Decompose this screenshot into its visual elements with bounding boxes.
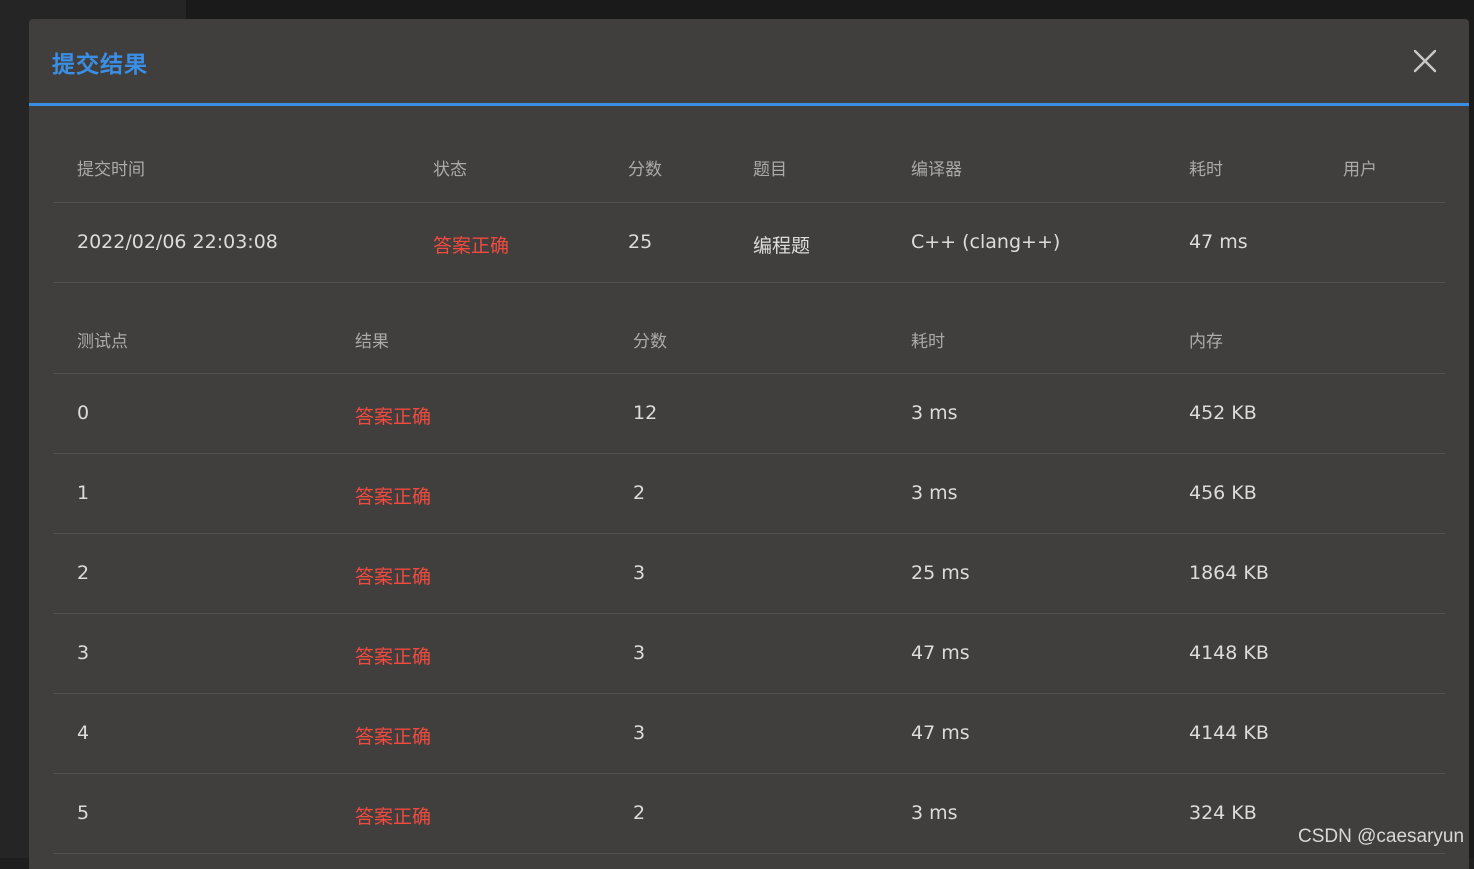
table-row: 4 答案正确 3 47 ms 4144 KB: [53, 694, 1445, 774]
header-compiler: 编译器: [911, 160, 962, 180]
testcase-score: 2: [633, 482, 646, 504]
testcase-memory: 4148 KB: [1189, 642, 1269, 664]
total-score: 25: [628, 231, 653, 253]
dialog-title: 提交结果: [52, 52, 148, 78]
testcase-time: 3 ms: [911, 802, 958, 824]
testcase-result: 答案正确: [355, 566, 432, 588]
testcase-result: 答案正确: [355, 486, 432, 508]
testcase-score: 3: [633, 562, 646, 584]
testcase-score: 12: [633, 402, 658, 424]
testcase-id: 1: [77, 482, 90, 504]
dialog-header: 提交结果: [29, 19, 1469, 106]
testcase-id: 3: [77, 642, 90, 664]
testcase-time: 25 ms: [911, 562, 970, 584]
header-memory: 内存: [1189, 332, 1223, 352]
header-user: 用户: [1343, 160, 1377, 180]
compiler-name: C++ (clang++): [911, 231, 1061, 253]
header-result: 结果: [355, 332, 389, 352]
submit-time: 2022/02/06 22:03:08: [77, 231, 278, 253]
testcase-header-row: 测试点 结果 分数 耗时 内存: [53, 282, 1445, 374]
summary-header-row: 提交时间 状态 分数 题目 编译器 耗时 用户: [53, 131, 1445, 203]
testcase-result: 答案正确: [355, 646, 432, 668]
testcase-result: 答案正确: [355, 406, 432, 428]
table-row: 2 答案正确 3 25 ms 1864 KB: [53, 534, 1445, 614]
testcase-time: 3 ms: [911, 402, 958, 424]
table-row: 5 答案正确 2 3 ms 324 KB: [53, 774, 1445, 854]
table-row: 0 答案正确 12 3 ms 452 KB: [53, 374, 1445, 454]
summary-row: 2022/02/06 22:03:08 答案正确 25 编程题 C++ (cla…: [53, 203, 1445, 283]
testcase-memory: 456 KB: [1189, 482, 1257, 504]
testcase-time: 47 ms: [911, 722, 970, 744]
close-button[interactable]: [1412, 48, 1438, 74]
testcase-result: 答案正确: [355, 726, 432, 748]
total-duration: 47 ms: [1189, 231, 1248, 253]
status-badge: 答案正确: [433, 235, 510, 257]
submission-result-dialog: 提交结果 提交时间 状态 分数 题目 编译器 耗时 用户 2022/02/06 …: [29, 19, 1469, 869]
testcase-memory: 4144 KB: [1189, 722, 1269, 744]
header-testcase-score: 分数: [633, 332, 667, 352]
testcase-score: 3: [633, 722, 646, 744]
testcase-score: 2: [633, 802, 646, 824]
testcase-result: 答案正确: [355, 806, 432, 828]
testcase-memory: 1864 KB: [1189, 562, 1269, 584]
testcase-id: 4: [77, 722, 90, 744]
testcase-memory: 452 KB: [1189, 402, 1257, 424]
header-submit-time: 提交时间: [77, 160, 145, 180]
testcase-table: 测试点 结果 分数 耗时 内存 0 答案正确 12 3 ms 452 KB 1 …: [53, 282, 1445, 854]
table-row: 3 答案正确 3 47 ms 4148 KB: [53, 614, 1445, 694]
header-score: 分数: [628, 160, 662, 180]
testcase-id: 5: [77, 802, 90, 824]
table-row: 1 答案正确 2 3 ms 456 KB: [53, 454, 1445, 534]
header-duration: 耗时: [1189, 160, 1223, 180]
header-problem: 题目: [753, 160, 787, 180]
testcase-time: 3 ms: [911, 482, 958, 504]
testcase-score: 3: [633, 642, 646, 664]
testcase-id: 0: [77, 402, 90, 424]
testcase-id: 2: [77, 562, 90, 584]
testcase-memory: 324 KB: [1189, 802, 1257, 824]
header-status: 状态: [433, 160, 467, 180]
summary-table: 提交时间 状态 分数 题目 编译器 耗时 用户 2022/02/06 22:03…: [53, 131, 1445, 283]
close-icon: [1413, 49, 1437, 73]
header-testcase-time: 耗时: [911, 332, 945, 352]
header-testcase: 测试点: [77, 332, 128, 352]
watermark: CSDN @caesaryun: [1298, 826, 1465, 847]
testcase-time: 47 ms: [911, 642, 970, 664]
problem-link[interactable]: 编程题: [753, 231, 810, 258]
